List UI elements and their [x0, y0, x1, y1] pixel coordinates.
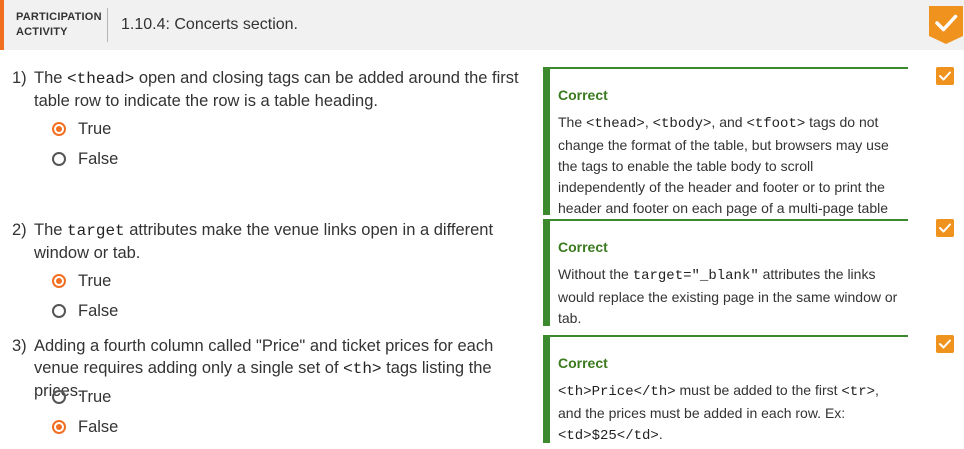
feedback-explanation: Without the target="_blank" attributes t…	[558, 266, 898, 326]
option-true[interactable]: True	[52, 270, 111, 292]
option-false[interactable]: False	[52, 148, 118, 170]
feedback-status: Correct	[558, 239, 608, 255]
question-2-check-icon	[936, 219, 954, 237]
radio-unselected-icon[interactable]	[52, 304, 66, 318]
question-number: 2)	[12, 221, 27, 239]
feedback-panel-2: Correct Without the target="_blank" attr…	[543, 219, 908, 326]
feedback-explanation: <th>Price</th> must be added to the firs…	[558, 382, 879, 444]
question-1-check-icon	[936, 67, 954, 85]
question-text: The <thead> open and closing tags can be…	[34, 69, 519, 110]
radio-unselected-icon[interactable]	[52, 152, 66, 166]
feedback-status: Correct	[558, 355, 608, 371]
option-false[interactable]: False	[52, 416, 118, 438]
option-true[interactable]: True	[52, 118, 111, 140]
header-accent-bar	[0, 0, 4, 50]
radio-selected-icon[interactable]	[52, 122, 66, 136]
radio-selected-icon[interactable]	[52, 274, 66, 288]
activity-header: PARTICIPATION ACTIVITY 1.10.4: Concerts …	[0, 0, 964, 50]
question-3-check-icon	[936, 335, 954, 353]
feedback-status: Correct	[558, 87, 608, 103]
option-false[interactable]: False	[52, 300, 118, 322]
header-divider	[107, 8, 108, 42]
question-number: 1)	[12, 69, 27, 87]
radio-unselected-icon[interactable]	[52, 390, 66, 404]
feedback-panel-1: Correct The <thead>, <tbody>, and <tfoot…	[543, 67, 908, 237]
question-text: The target attributes make the venue lin…	[34, 221, 494, 262]
radio-selected-icon[interactable]	[52, 420, 66, 434]
activity-title: 1.10.4: Concerts section.	[121, 16, 298, 33]
option-true[interactable]: True	[52, 386, 111, 408]
feedback-panel-3: Correct <th>Price</th> must be added to …	[543, 335, 908, 444]
activity-type-label: PARTICIPATION ACTIVITY	[16, 11, 102, 38]
completion-check-icon	[929, 6, 963, 44]
question-number: 3)	[12, 337, 27, 355]
